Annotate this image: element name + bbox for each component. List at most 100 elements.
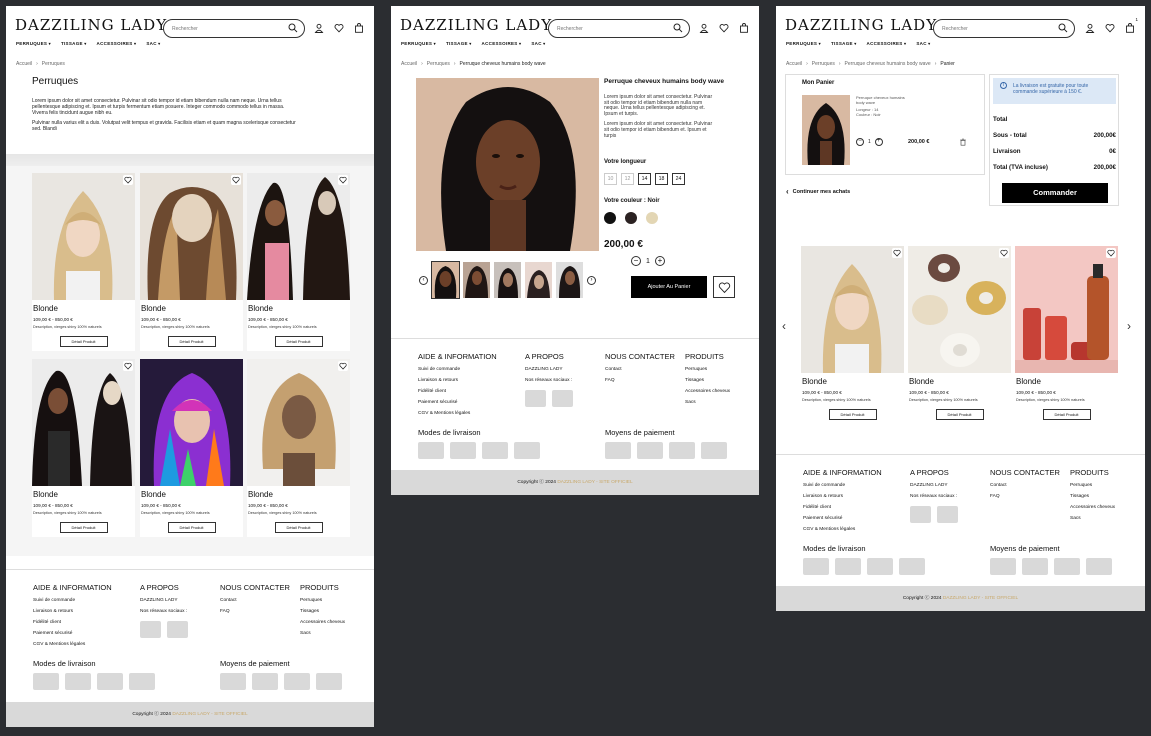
product-name[interactable]: Blonde [141, 490, 243, 499]
product-image[interactable] [140, 359, 243, 486]
footer-link[interactable]: Suivi de commande [33, 598, 112, 603]
plus-icon[interactable]: + [874, 138, 883, 146]
length-option-12[interactable]: 12 [621, 173, 634, 185]
trash-icon[interactable] [959, 138, 967, 146]
wishlist-button[interactable] [713, 276, 735, 298]
search-input[interactable]: Rechercher [163, 19, 305, 38]
bag-icon[interactable] [354, 23, 364, 33]
product-card[interactable]: Blonde 109,00 € - 850,00 € Description, … [140, 359, 243, 537]
wishlist-heart-icon[interactable] [892, 248, 902, 258]
site-logo[interactable]: DAZZILING LADY [785, 16, 937, 34]
user-icon[interactable] [1085, 23, 1095, 33]
wishlist-heart-icon[interactable] [1106, 248, 1116, 258]
product-image[interactable] [140, 173, 243, 300]
footer-link[interactable]: Sacs [685, 400, 730, 405]
footer-link[interactable]: Tissages [685, 378, 730, 383]
breadcrumb-perruques[interactable]: Perruques [812, 61, 835, 67]
detail-product-button[interactable]: Détail Produit [167, 522, 216, 533]
heart-icon[interactable] [1105, 23, 1115, 33]
product-card[interactable]: Blonde 109,00 € - 850,00 € Description, … [140, 173, 243, 351]
footer-link[interactable]: Paiement sécurisé [803, 516, 882, 521]
social-icon[interactable] [525, 390, 546, 407]
footer-link[interactable]: DAZZLING LADY [525, 367, 579, 372]
continue-shopping-link[interactable]: ‹ Continuer mes achats [786, 187, 850, 196]
product-name[interactable]: Blonde [33, 304, 135, 313]
product-name[interactable]: Blonde [248, 490, 350, 499]
product-image[interactable] [908, 246, 1011, 373]
search-input[interactable]: Rechercher [548, 19, 690, 38]
nav-accessoires[interactable]: ACCESSOIRES [482, 41, 522, 46]
thumbnail[interactable] [431, 261, 460, 299]
minus-icon[interactable]: − [856, 138, 864, 146]
nav-sac[interactable]: SAC [146, 41, 160, 46]
product-image[interactable] [1015, 246, 1118, 373]
product-name[interactable]: Blonde [33, 490, 135, 499]
cart-item-image[interactable] [802, 95, 850, 165]
length-option-24[interactable]: 24 [672, 173, 685, 185]
footer-link[interactable]: CGV & Mentions légales [33, 642, 112, 647]
product-name[interactable]: Blonde [248, 304, 350, 313]
footer-link[interactable]: DAZZLING LADY [910, 483, 964, 488]
detail-product-button[interactable]: Détail Produit [828, 409, 877, 420]
search-icon[interactable] [288, 23, 298, 33]
product-name[interactable]: Blonde [802, 377, 904, 386]
footer-link[interactable]: Contact [220, 598, 290, 603]
wishlist-heart-icon[interactable] [999, 248, 1009, 258]
social-icon[interactable] [937, 506, 958, 523]
footer-link[interactable]: CGV & Mentions légales [418, 411, 497, 416]
breadcrumb-accueil[interactable]: Accueil [16, 61, 32, 67]
social-icon[interactable] [167, 621, 188, 638]
carousel-prev-icon[interactable]: ‹ [782, 319, 786, 333]
recommended-product-card[interactable]: Blonde 109,00 € - 850,00 € Description, … [1015, 246, 1118, 424]
detail-product-button[interactable]: Détail Produit [274, 336, 323, 347]
length-option-18[interactable]: 18 [655, 173, 668, 185]
copyright-brand[interactable]: DAZZLING LADY - SITE OFFICIEL [943, 596, 1018, 601]
footer-link[interactable]: Sacs [1070, 516, 1115, 521]
thumbnail[interactable] [494, 262, 521, 298]
detail-product-button[interactable]: Détail Produit [274, 522, 323, 533]
footer-link[interactable]: Sacs [300, 631, 345, 636]
footer-link[interactable]: Contact [605, 367, 675, 372]
user-icon[interactable] [699, 23, 709, 33]
cart-button[interactable]: 1 [1125, 17, 1138, 33]
product-name[interactable]: Blonde [1016, 377, 1118, 386]
footer-link[interactable]: Perruques [300, 598, 345, 603]
order-button[interactable]: Commander [1002, 183, 1108, 203]
detail-product-button[interactable]: Détail Produit [1042, 409, 1091, 420]
nav-tissage[interactable]: TISSAGE [61, 41, 87, 46]
product-image[interactable] [32, 359, 135, 486]
detail-product-button[interactable]: Détail Produit [935, 409, 984, 420]
footer-link[interactable]: Perruques [1070, 483, 1115, 488]
copyright-brand[interactable]: DAZZLING LADY - SITE OFFICIEL [172, 712, 247, 717]
wishlist-heart-icon[interactable] [231, 175, 241, 185]
search-icon[interactable] [673, 23, 683, 33]
recommended-product-card[interactable]: Blonde 109,00 € - 850,00 € Description, … [801, 246, 904, 424]
product-image[interactable] [32, 173, 135, 300]
wishlist-heart-icon[interactable] [123, 361, 133, 371]
footer-link[interactable]: Suivi de commande [418, 367, 497, 372]
nav-accessoires[interactable]: ACCESSOIRES [867, 41, 907, 46]
product-card[interactable]: Blonde 109,00 € - 850,00 € Description, … [247, 173, 350, 351]
footer-link[interactable]: Livraison & retours [803, 494, 882, 499]
product-image[interactable] [801, 246, 904, 373]
footer-link[interactable]: Tissages [300, 609, 345, 614]
product-card[interactable]: Blonde 109,00 € - 850,00 € Description, … [32, 359, 135, 537]
copyright-brand[interactable]: DAZZLING LADY - SITE OFFICIEL [557, 480, 632, 485]
breadcrumb-perruques[interactable]: Perruques [427, 61, 450, 67]
footer-link[interactable]: Paiement sécurisé [33, 631, 112, 636]
wishlist-heart-icon[interactable] [123, 175, 133, 185]
site-logo[interactable]: DAZZILING LADY [400, 16, 552, 34]
heart-icon[interactable] [334, 23, 344, 33]
wishlist-heart-icon[interactable] [338, 361, 348, 371]
breadcrumb-product[interactable]: Perruque cheveux humains body wave [845, 61, 931, 67]
nav-tissage[interactable]: TISSAGE [446, 41, 472, 46]
site-logo[interactable]: DAZZILING LADY [15, 16, 167, 34]
plus-icon[interactable]: + [654, 256, 665, 266]
heart-icon[interactable] [719, 23, 729, 33]
minus-icon[interactable]: − [631, 256, 641, 266]
color-swatch-blonde[interactable] [646, 212, 658, 224]
footer-link[interactable]: Tissages [1070, 494, 1115, 499]
add-to-cart-button[interactable]: Ajouter Au Panier [631, 276, 707, 298]
product-name[interactable]: Blonde [141, 304, 243, 313]
product-card[interactable]: Blonde 109,00 € - 850,00 € Description, … [32, 173, 135, 351]
